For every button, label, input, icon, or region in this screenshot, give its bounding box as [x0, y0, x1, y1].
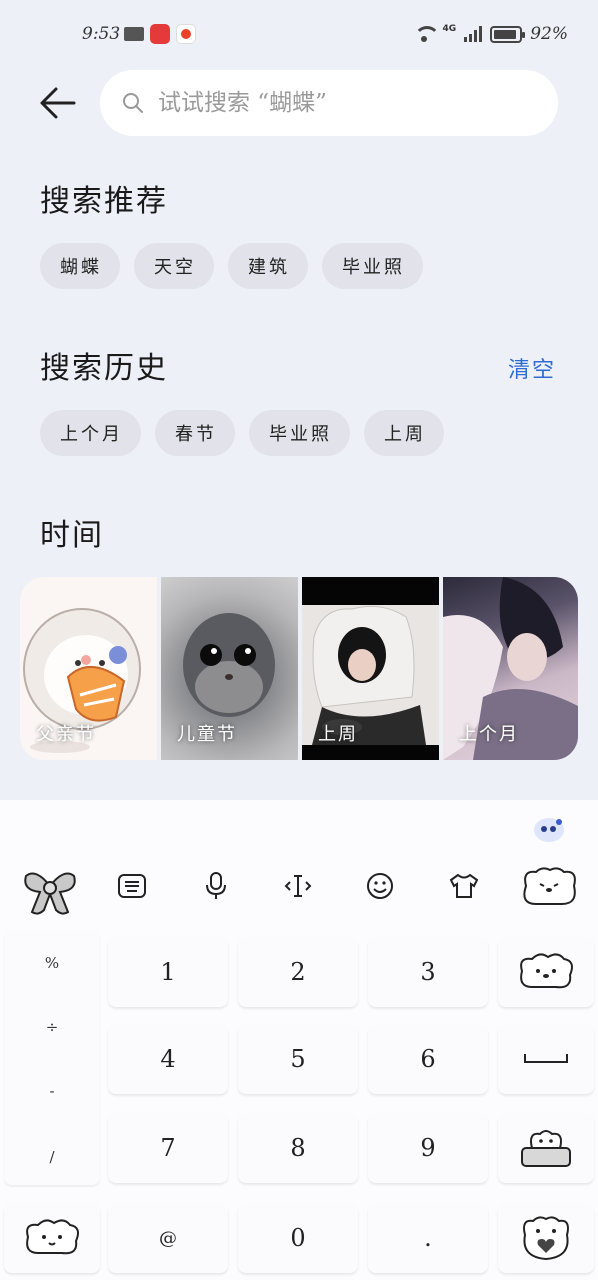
delete-key[interactable] — [498, 937, 594, 1007]
recommend-title: 搜索推荐 — [40, 184, 168, 219]
recommend-chip[interactable]: 建筑 — [228, 243, 308, 289]
assistant-icon[interactable] — [532, 814, 566, 844]
key-at[interactable]: @ — [108, 1203, 228, 1273]
recommend-chips: 蝴蝶 天空 建筑 毕业照 — [40, 243, 423, 289]
keyboard-icon — [118, 874, 146, 898]
tshirt-icon — [449, 873, 479, 898]
photo-card[interactable]: 儿童节 — [161, 577, 298, 760]
time-photo-strip: 父亲节 儿童节 上周 上个月 — [20, 577, 578, 760]
battery-icon — [490, 25, 526, 43]
emoji-icon — [367, 873, 393, 899]
key-6[interactable]: 6 — [368, 1024, 488, 1094]
search-box[interactable] — [100, 70, 558, 136]
history-chip[interactable]: 上周 — [364, 410, 444, 456]
recommend-chip[interactable]: 天空 — [134, 243, 214, 289]
video-recording-icon — [124, 27, 144, 41]
wifi-icon — [413, 26, 440, 42]
symbol-key[interactable]: % — [4, 954, 100, 972]
keyboard-layout-button[interactable] — [112, 866, 152, 906]
bear-face-icon — [26, 1219, 79, 1255]
symbols-toggle-key[interactable] — [4, 1203, 100, 1273]
time-title: 时间 — [40, 518, 104, 553]
key-5[interactable]: 5 — [238, 1024, 358, 1094]
status-bar: 9:53 4G 92% — [0, 0, 598, 66]
key-1[interactable]: 1 — [108, 937, 228, 1007]
history-title: 搜索历史 — [40, 351, 168, 386]
key-8[interactable]: 8 — [238, 1113, 358, 1183]
symbol-column: % ÷ - / — [4, 930, 100, 1185]
space-key[interactable] — [498, 1024, 594, 1094]
enter-key[interactable] — [498, 1113, 594, 1183]
back-arrow-icon — [40, 87, 76, 119]
photo-label: 儿童节 — [177, 724, 237, 745]
photo-label: 上周 — [318, 724, 358, 745]
history-chips: 上个月 春节 毕业照 上周 — [40, 410, 444, 456]
photo-card[interactable]: 上周 — [302, 577, 439, 760]
photo-label: 父亲节 — [36, 724, 96, 745]
clear-history-button[interactable]: 清空 — [508, 352, 556, 384]
photo-label: 上个月 — [459, 724, 519, 745]
recommend-chip[interactable]: 毕业照 — [322, 243, 423, 289]
history-chip[interactable]: 上个月 — [40, 410, 141, 456]
search-input[interactable] — [158, 90, 528, 116]
microphone-icon — [206, 872, 226, 899]
photo-card[interactable]: 上个月 — [443, 577, 578, 760]
key-7[interactable]: 7 — [108, 1113, 228, 1183]
keyboard-toolbar — [0, 860, 598, 916]
key-4[interactable]: 4 — [108, 1024, 228, 1094]
back-button[interactable] — [38, 84, 78, 122]
bear-sticker-icon[interactable] — [518, 864, 580, 910]
bow-sticker-icon[interactable] — [22, 866, 78, 918]
voice-input-button[interactable] — [196, 866, 236, 906]
bear-heart-icon — [523, 1216, 569, 1261]
cursor-button[interactable] — [278, 866, 318, 906]
return-key[interactable] — [498, 1203, 594, 1273]
symbol-key[interactable]: - — [4, 1082, 100, 1100]
skin-button[interactable] — [444, 866, 484, 906]
key-9[interactable]: 9 — [368, 1113, 488, 1183]
key-2[interactable]: 2 — [238, 937, 358, 1007]
emoji-button[interactable] — [360, 866, 400, 906]
history-chip[interactable]: 毕业照 — [249, 410, 350, 456]
search-header — [0, 70, 598, 136]
history-chip[interactable]: 春节 — [155, 410, 235, 456]
symbol-key[interactable]: / — [4, 1148, 100, 1166]
key-0[interactable]: 0 — [238, 1203, 358, 1273]
photo-card[interactable]: 父亲节 — [20, 577, 157, 760]
key-3[interactable]: 3 — [368, 937, 488, 1007]
symbol-key[interactable]: ÷ — [4, 1018, 100, 1036]
bear-delete-icon — [520, 953, 573, 989]
status-time: 9:53 — [82, 24, 121, 44]
signal-icon — [464, 26, 483, 42]
app-notification-icon — [176, 24, 196, 44]
bear-enter-icon — [521, 1130, 571, 1167]
shopping-app-icon — [150, 24, 170, 44]
battery-percent: 92% — [530, 24, 568, 44]
key-period[interactable]: . — [368, 1203, 488, 1273]
recommend-chip[interactable]: 蝴蝶 — [40, 243, 120, 289]
search-icon — [123, 93, 143, 113]
space-icon — [524, 1054, 568, 1063]
network-type: 4G — [442, 24, 457, 34]
text-cursor-icon — [284, 875, 312, 897]
